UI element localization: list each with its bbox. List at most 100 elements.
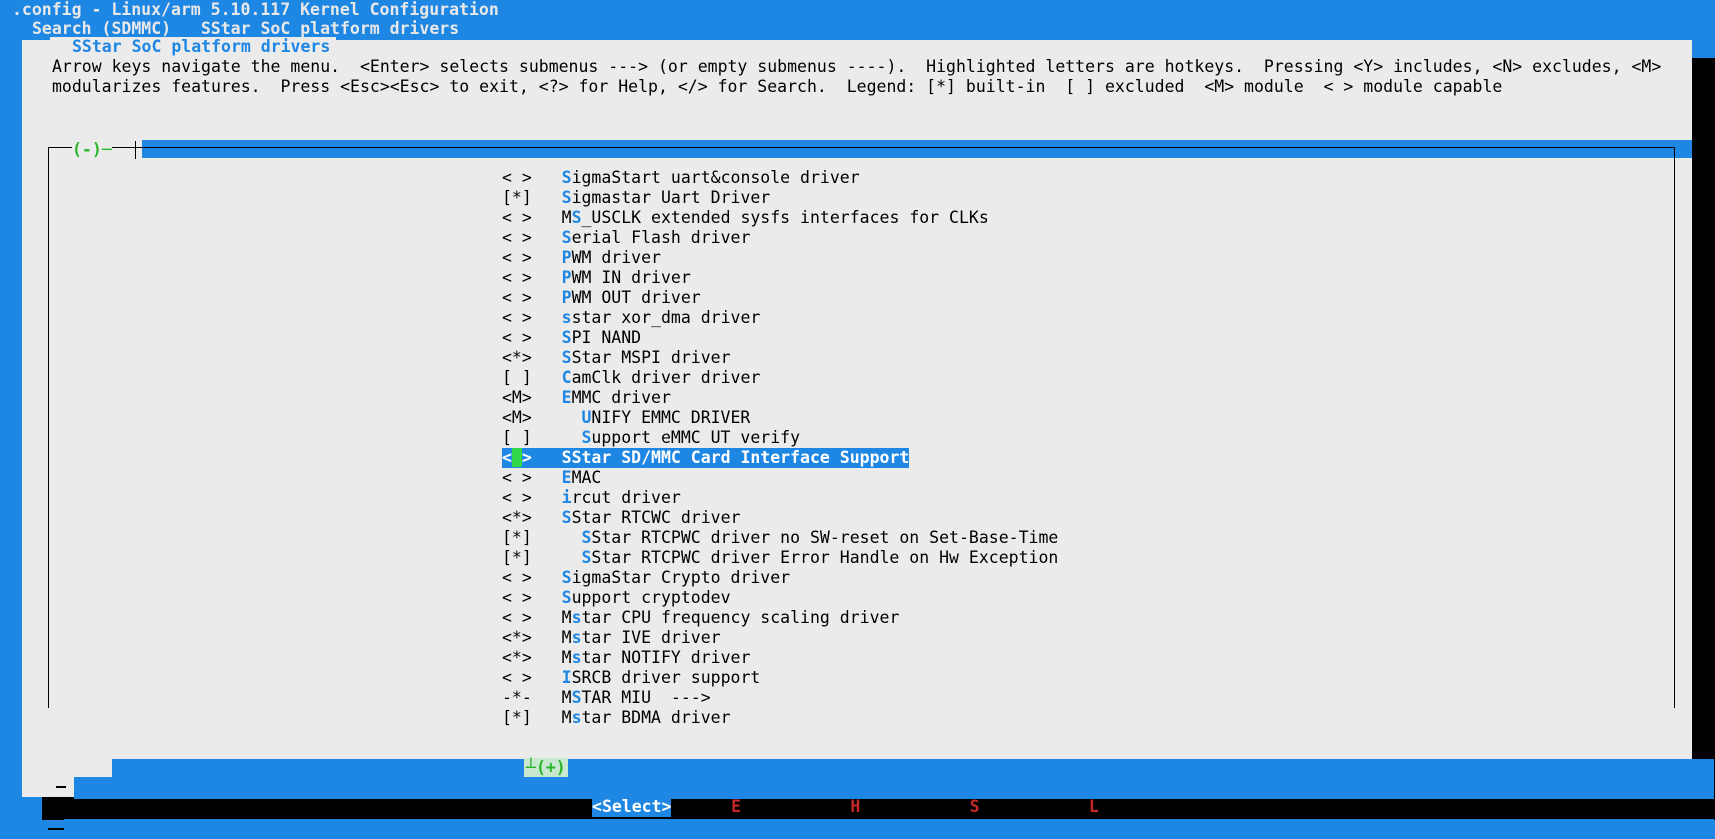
menu-item-state[interactable]: < > xyxy=(502,268,532,287)
button-hotkey: S xyxy=(969,797,980,816)
menu-item[interactable]: < > SigmaStart uart&console driver xyxy=(502,168,860,188)
menu-item-label: igmastar Uart Driver xyxy=(571,188,771,207)
exit-button[interactable]: < Exit > xyxy=(711,797,790,817)
menu-item[interactable]: [ ] CamClk driver driver xyxy=(502,368,760,388)
menu-item[interactable]: [*] Sigmastar Uart Driver xyxy=(502,188,770,208)
menu-item-state[interactable]: <M> xyxy=(502,408,532,427)
menu-item-label: Star RTCWC driver xyxy=(571,508,741,527)
menu-item[interactable]: < > SigmaStar Crypto driver xyxy=(502,568,790,588)
menu-item-state[interactable]: < > xyxy=(502,208,532,227)
menu-item[interactable]: <M> EMMC driver xyxy=(502,388,671,408)
menu-item-label: TAR MIU ---> xyxy=(581,688,711,707)
menu-item[interactable]: < > PWM driver xyxy=(502,248,661,268)
menu-item[interactable]: <*> Mstar NOTIFY driver xyxy=(502,648,750,668)
menu-item-hotkey: S xyxy=(581,548,592,567)
help-button[interactable]: < Help > xyxy=(830,797,909,817)
load-button[interactable]: < Load > xyxy=(1069,797,1148,817)
menu-item[interactable]: [*] SStar RTCPWC driver no SW-reset on S… xyxy=(502,528,1058,548)
menu-item-hotkey: S xyxy=(561,228,572,247)
menu-item-label: tar IVE driver xyxy=(581,628,721,647)
menu-item[interactable]: <*> SStar RTCWC driver xyxy=(502,508,740,528)
menu-item-hotkey: C xyxy=(561,368,572,387)
menu-item-state[interactable]: < > xyxy=(502,668,532,687)
menu-item-state[interactable]: < > xyxy=(502,608,532,627)
menu-item-state[interactable]: < > xyxy=(502,308,532,327)
menu-item-hotkey: I xyxy=(561,668,572,687)
menu-item[interactable]: <*> Mstar IVE driver xyxy=(502,628,721,648)
select-button[interactable]: <Select> xyxy=(592,797,672,817)
menu-item[interactable]: < > SStar SD/MMC Card Interface Support xyxy=(502,448,910,468)
menu-item-state[interactable]: < > xyxy=(502,168,532,187)
menu-item[interactable]: < > Support cryptodev xyxy=(502,588,731,608)
menu-item-state[interactable]: <*> xyxy=(502,348,532,367)
menu-item-prefix: M xyxy=(561,648,572,667)
menu-item-state[interactable]: < > xyxy=(502,488,532,507)
menu-item-hotkey: S xyxy=(561,588,572,607)
menu-item-hotkey: P xyxy=(561,248,572,267)
menu-item-label: MMC driver xyxy=(571,388,671,407)
menu-item-state[interactable]: < > xyxy=(502,568,532,587)
menu-item-label: PI NAND xyxy=(571,328,642,347)
menu-item[interactable]: < > PWM IN driver xyxy=(502,268,691,288)
menu-item[interactable]: < > EMAC xyxy=(502,468,601,488)
button-hotkey: L xyxy=(1088,797,1099,816)
breadcrumb: Search (SDMMC) SStar SoC platform driver… xyxy=(32,19,460,38)
menu-item[interactable]: < > PWM OUT driver xyxy=(502,288,701,308)
menu-item-state[interactable]: <*> xyxy=(502,648,532,667)
bottom-corner xyxy=(48,828,64,830)
menu-item-label: tar NOTIFY driver xyxy=(581,648,751,667)
menu-item-hotkey: S xyxy=(561,328,572,347)
menu-item-state[interactable]: [ ] xyxy=(502,368,532,387)
menu-item-state[interactable]: < > xyxy=(502,588,532,607)
menu-item-label: upport eMMC UT verify xyxy=(591,428,801,447)
menu-item[interactable]: -*- MSTAR MIU ---> xyxy=(502,688,711,708)
menu-item-label: _USCLK extended sysfs interfaces for CLK… xyxy=(581,208,989,227)
menu-item-label: star xor_dma driver xyxy=(571,308,761,327)
menu-item-state[interactable]: < > xyxy=(502,468,532,487)
window-title: .config - Linux/arm 5.10.117 Kernel Conf… xyxy=(12,0,499,19)
menu-item[interactable]: [*] Mstar BDMA driver xyxy=(502,708,731,728)
menu-item-label: Star RTCPWC driver no SW-reset on Set-Ba… xyxy=(591,528,1059,547)
menu-item-hotkey: S xyxy=(581,428,592,447)
menu-item-label: MAC xyxy=(571,468,602,487)
help-line-1: Arrow keys navigate the menu. <Enter> se… xyxy=(52,57,1662,76)
menu-item[interactable]: [*] SStar RTCPWC driver Error Handle on … xyxy=(502,548,1058,568)
menu-item-prefix: M xyxy=(561,628,572,647)
menu-item[interactable]: <*> SStar MSPI driver xyxy=(502,348,731,368)
menu-item[interactable]: < > ISRCB driver support xyxy=(502,668,760,688)
menu-item-state[interactable]: < > xyxy=(502,328,532,347)
menu-item-state[interactable]: < > xyxy=(502,448,532,467)
menu-item-state[interactable]: [*] xyxy=(502,548,532,567)
scroll-down-indicator[interactable]: ┴(+) xyxy=(524,758,568,778)
menu-item[interactable]: < > Mstar CPU frequency scaling driver xyxy=(502,608,899,628)
menu-item-state[interactable]: < > xyxy=(502,288,532,307)
menu-item-state[interactable]: [*] xyxy=(502,708,532,727)
menu-item[interactable]: <M> UNIFY EMMC DRIVER xyxy=(502,408,750,428)
save-button[interactable]: < Save > xyxy=(950,797,1029,817)
menu-item-state[interactable]: [ ] xyxy=(502,428,532,447)
menu-item-label: Star SD/MMC Card Interface Support xyxy=(571,448,910,467)
menu-item-state[interactable]: < > xyxy=(502,248,532,267)
menu-item-state[interactable]: < > xyxy=(502,228,532,247)
menu-item-label: Star RTCPWC driver Error Handle on Hw Ex… xyxy=(591,548,1059,567)
menu-item-hotkey: s xyxy=(571,608,582,627)
scroll-down-label: (+) xyxy=(535,758,566,777)
menu-item-state[interactable]: <*> xyxy=(502,628,532,647)
menu-item-label: igmaStar Crypto driver xyxy=(571,568,791,587)
menu-item[interactable]: < > sstar xor_dma driver xyxy=(502,308,760,328)
menu-item-hotkey: s xyxy=(571,628,582,647)
menu-item-state[interactable]: <*> xyxy=(502,508,532,527)
menu-item-state[interactable]: -*- xyxy=(502,688,532,707)
menu-item[interactable]: < > MS_USCLK extended sysfs interfaces f… xyxy=(502,208,989,228)
menu-item-state[interactable]: [*] xyxy=(502,188,532,207)
scroll-up-indicator[interactable]: (-)─ xyxy=(72,140,112,160)
menu-item-hotkey: P xyxy=(561,268,572,287)
menu-item-label: WM driver xyxy=(571,248,661,267)
menu-item[interactable]: < > SPI NAND xyxy=(502,328,641,348)
menu-item[interactable]: < > ircut driver xyxy=(502,488,681,508)
button-divider xyxy=(74,777,1714,799)
menu-item[interactable]: [ ] Support eMMC UT verify xyxy=(502,428,800,448)
menu-item-state[interactable]: <M> xyxy=(502,388,532,407)
menu-item-state[interactable]: [*] xyxy=(502,528,532,547)
menu-item[interactable]: < > Serial Flash driver xyxy=(502,228,750,248)
